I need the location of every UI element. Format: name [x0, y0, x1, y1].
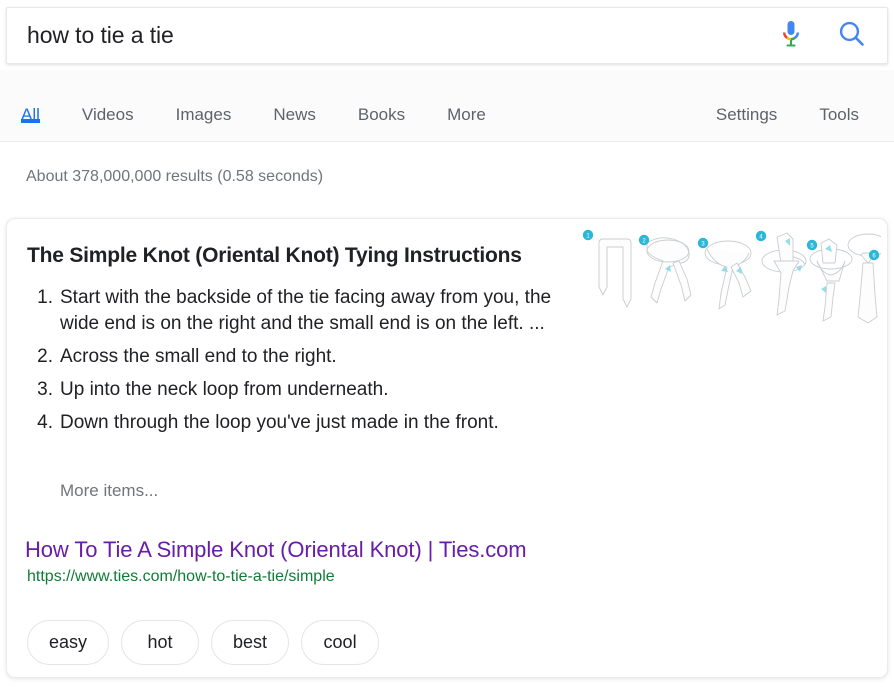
- featured-snippet-title: The Simple Knot (Oriental Knot) Tying In…: [27, 244, 522, 267]
- search-tabs: All Videos Images News Books More: [0, 70, 507, 141]
- more-items-label: More items...: [60, 481, 159, 500]
- result-stats: About 378,000,000 results (0.58 seconds): [26, 168, 324, 185]
- featured-snippet-card: The Simple Knot (Oriental Knot) Tying In…: [6, 218, 888, 678]
- step-number: 2.: [37, 346, 53, 367]
- related-searches-chips: easy hot best cool: [27, 620, 380, 665]
- tab-images[interactable]: Images: [155, 70, 253, 123]
- tab-news[interactable]: News: [252, 70, 337, 123]
- step-text: Down through the loop you've just made i…: [60, 412, 499, 433]
- chip-easy[interactable]: easy: [27, 620, 110, 665]
- step-number: 4.: [37, 412, 53, 433]
- chip-hot[interactable]: hot: [121, 620, 200, 665]
- step-number: 3.: [37, 379, 53, 400]
- voice-search-button[interactable]: [765, 7, 817, 64]
- tab-videos[interactable]: Videos: [61, 70, 155, 123]
- tab-books[interactable]: Books: [337, 70, 426, 123]
- tab-more[interactable]: More: [426, 70, 507, 123]
- tools-button[interactable]: Tools: [798, 70, 880, 123]
- result-link-title[interactable]: How To Tie A Simple Knot (Oriental Knot)…: [25, 537, 527, 563]
- chip-best[interactable]: best: [211, 620, 290, 665]
- search-tools-group: Settings Tools: [695, 70, 880, 141]
- step-text: Across the small end to the right.: [60, 346, 337, 367]
- list-item: 2. Across the small end to the right.: [27, 344, 587, 370]
- list-item: 1. Start with the backside of the tie fa…: [27, 285, 587, 337]
- search-bar: [6, 7, 888, 64]
- settings-button[interactable]: Settings: [695, 70, 798, 123]
- search-icon: [837, 19, 867, 52]
- search-submit-button[interactable]: [817, 7, 887, 64]
- microphone-icon: [779, 19, 803, 52]
- instruction-steps-list: 1. Start with the backside of the tie fa…: [27, 285, 587, 443]
- list-item: 3. Up into the neck loop from underneath…: [27, 377, 587, 403]
- step-text: Up into the neck loop from underneath.: [60, 379, 389, 400]
- step-text: Start with the backside of the tie facin…: [60, 287, 552, 334]
- search-input[interactable]: [7, 22, 765, 49]
- list-item: 4. Down through the loop you've just mad…: [27, 410, 587, 436]
- tab-all[interactable]: All: [0, 70, 61, 123]
- result-url: https://www.ties.com/how-to-tie-a-tie/si…: [27, 568, 335, 585]
- step-number: 1.: [37, 287, 53, 308]
- tie-knot-steps-illustration[interactable]: 1 2 3 4 5 6: [581, 227, 887, 332]
- chip-cool[interactable]: cool: [301, 620, 380, 665]
- search-tabs-bar: All Videos Images News Books More Settin…: [0, 70, 894, 142]
